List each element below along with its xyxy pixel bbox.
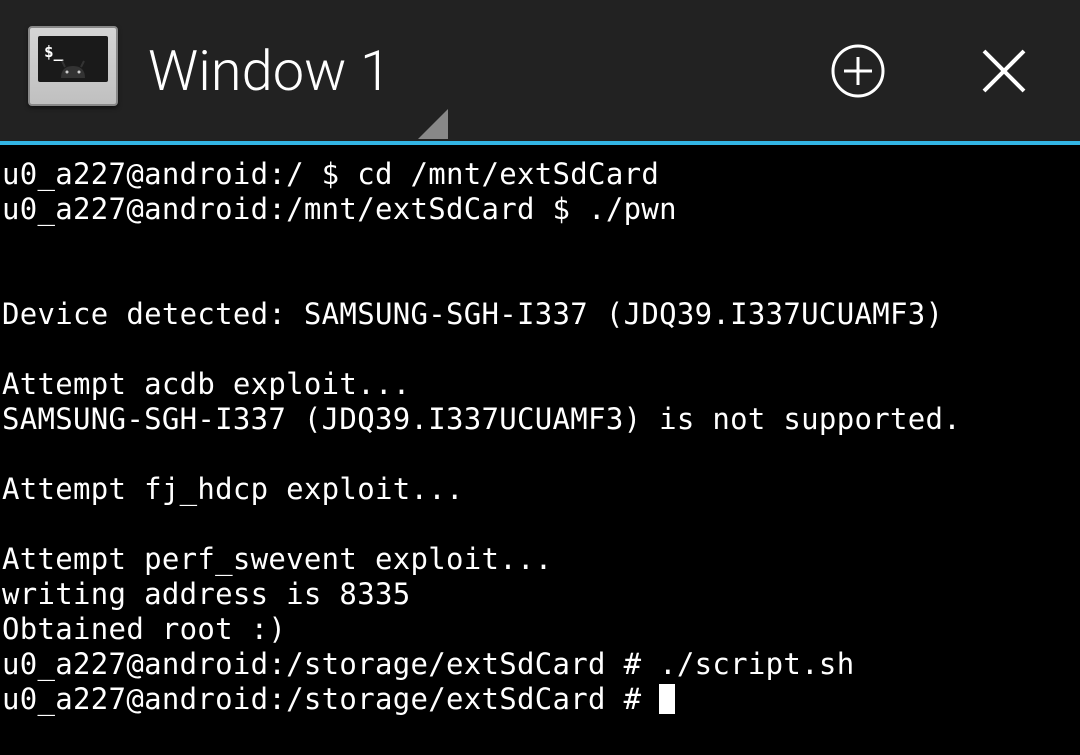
terminal-line: u0_a227@android:/storage/extSdCard # ./s… bbox=[2, 647, 854, 681]
terminal-line: Attempt acdb exploit... bbox=[2, 367, 410, 401]
terminal-line: Device detected: SAMSUNG-SGH-I337 (JDQ39… bbox=[2, 297, 943, 331]
window-title-label: Window 1 bbox=[148, 38, 391, 104]
add-window-button[interactable] bbox=[830, 43, 886, 99]
terminal-line: writing address is 8335 bbox=[2, 577, 410, 611]
terminal-app-icon: $_ bbox=[28, 26, 118, 116]
close-window-button[interactable] bbox=[976, 43, 1032, 99]
terminal-line: u0_a227@android:/mnt/extSdCard $ ./pwn bbox=[2, 192, 677, 226]
terminal-cursor bbox=[659, 684, 675, 714]
terminal-line: SAMSUNG-SGH-I337 (JDQ39.I337UCUAMF3) is … bbox=[2, 402, 961, 436]
terminal-output[interactable]: u0_a227@android:/ $ cd /mnt/extSdCard u0… bbox=[0, 145, 1080, 717]
terminal-line: Obtained root :) bbox=[2, 612, 286, 646]
terminal-line: u0_a227@android:/storage/extSdCard # bbox=[2, 682, 659, 716]
terminal-line: u0_a227@android:/ $ cd /mnt/extSdCard bbox=[2, 157, 659, 191]
window-title-dropdown[interactable]: Window 1 bbox=[148, 38, 830, 104]
header-actions bbox=[830, 43, 1032, 99]
terminal-line: Attempt fj_hdcp exploit... bbox=[2, 472, 464, 506]
app-header: $_ Window 1 bbox=[0, 0, 1080, 145]
dropdown-indicator-icon bbox=[418, 109, 448, 139]
android-logo-icon bbox=[53, 58, 93, 78]
terminal-line: Attempt perf_swevent exploit... bbox=[2, 542, 553, 576]
